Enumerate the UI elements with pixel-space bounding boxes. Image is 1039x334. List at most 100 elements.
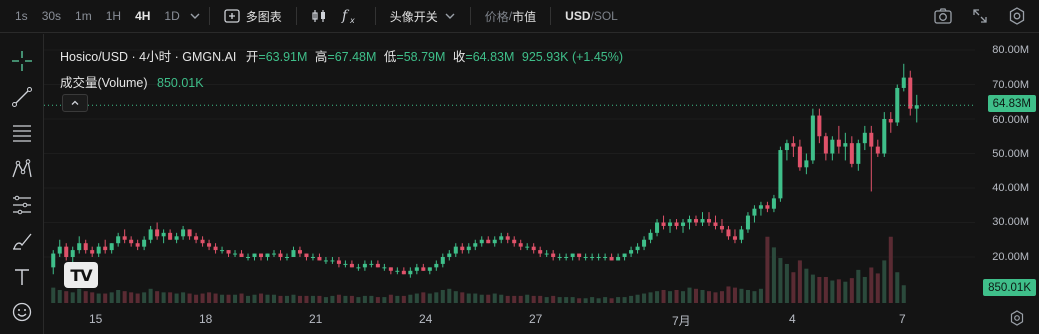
- interval-1s[interactable]: 1s: [8, 9, 35, 23]
- volume-bar: [739, 288, 744, 303]
- brush-icon[interactable]: [11, 230, 33, 252]
- candle-body: [778, 150, 783, 199]
- candle-body: [700, 219, 705, 223]
- candle-body: [233, 253, 238, 255]
- volume-bar: [895, 272, 900, 303]
- volume-bar: [882, 260, 887, 303]
- price-axis-label: 80.00M: [992, 44, 1029, 56]
- open-label: 开: [245, 50, 259, 64]
- volume-bar: [369, 295, 374, 303]
- fib-tool-icon[interactable]: [11, 194, 33, 216]
- volume-bar: [843, 281, 848, 303]
- volume-bar: [336, 294, 341, 303]
- interval-1h[interactable]: 1H: [99, 9, 128, 23]
- candle-body: [421, 267, 426, 271]
- volume-bar: [765, 236, 770, 303]
- volume-bar: [797, 260, 802, 303]
- change-value: 925.93K (+1.45%): [521, 50, 624, 64]
- candle-body: [732, 236, 737, 240]
- pattern-tool-icon[interactable]: [11, 158, 33, 180]
- volume-bar: [570, 297, 575, 303]
- chevron-down-icon[interactable]: [189, 10, 201, 22]
- horizontal-lines-icon[interactable]: [11, 122, 33, 144]
- candle-body: [168, 232, 173, 240]
- interval-1d[interactable]: 1D: [157, 9, 186, 23]
- date-axis-label: 21: [309, 312, 323, 326]
- volume-bar: [564, 297, 569, 303]
- tradingview-logo[interactable]: TV: [64, 262, 98, 288]
- candle-body: [226, 250, 231, 254]
- volume-bar: [810, 274, 815, 303]
- candle-body: [525, 246, 530, 248]
- candle-body: [616, 257, 621, 261]
- candle-body: [96, 246, 101, 254]
- collapse-legend-button[interactable]: [62, 94, 88, 112]
- usd-option[interactable]: USD: [565, 9, 590, 23]
- candle-body: [310, 257, 315, 258]
- volume-bar: [207, 292, 212, 303]
- multi-chart-button[interactable]: 多图表: [218, 8, 288, 25]
- crosshair-icon[interactable]: [11, 50, 33, 72]
- volume-bar: [622, 297, 627, 303]
- fullscreen-icon[interactable]: [971, 6, 989, 26]
- trend-line-icon[interactable]: [11, 86, 33, 108]
- chevron-down-icon: [444, 10, 456, 22]
- candle-body: [161, 232, 166, 237]
- high-label: 高: [314, 50, 328, 64]
- candle-body: [116, 236, 121, 244]
- volume-bar: [901, 285, 906, 303]
- volume-bar: [856, 269, 861, 303]
- candle-body: [648, 232, 653, 240]
- marketcap-option[interactable]: 市值: [512, 8, 536, 25]
- symbol-title: Hosico/USD · 4小时 · GMGN.AI: [60, 50, 237, 64]
- candle-body: [752, 208, 757, 216]
- settings-gear-icon[interactable]: [1007, 6, 1027, 26]
- indicator-toggle-dropdown[interactable]: 头像开关: [384, 8, 462, 25]
- indicator-fx-icon[interactable]: fx: [333, 8, 367, 24]
- price-option[interactable]: 价格: [485, 8, 509, 25]
- candle-body: [336, 260, 341, 264]
- candle-body: [187, 229, 192, 237]
- candle-body: [148, 229, 153, 240]
- candle-body: [174, 236, 179, 240]
- candle-body: [447, 253, 452, 257]
- sol-option[interactable]: SOL: [594, 9, 618, 23]
- text-tool-icon[interactable]: [11, 266, 33, 288]
- interval-4h[interactable]: 4H: [128, 9, 157, 23]
- emoji-icon[interactable]: [11, 301, 33, 323]
- volume-bar: [466, 293, 471, 303]
- volume-bar: [317, 295, 322, 303]
- candle-body: [122, 236, 127, 240]
- candle-body: [661, 222, 666, 226]
- indicator-toggle-label: 头像开关: [389, 9, 438, 24]
- candle-body: [213, 246, 218, 251]
- price-axis-label: 40.00M: [992, 182, 1029, 194]
- volume-bar: [778, 258, 783, 303]
- axis-settings-icon[interactable]: [1009, 310, 1025, 331]
- candle-body: [668, 222, 673, 226]
- candle-body: [843, 143, 848, 147]
- candle-body: [297, 250, 302, 254]
- interval-30s[interactable]: 30s: [35, 9, 68, 23]
- volume-bar: [265, 294, 270, 303]
- interval-1m[interactable]: 1m: [68, 9, 99, 23]
- date-axis-label: 27: [529, 312, 543, 326]
- volume-bar: [577, 298, 582, 303]
- volume-bar: [291, 294, 296, 303]
- candle-style-icon[interactable]: [305, 8, 333, 24]
- add-chart-icon: [224, 9, 240, 23]
- currency-toggle[interactable]: USD / SOL: [559, 9, 624, 23]
- candle-body: [719, 225, 724, 230]
- candle-body: [479, 239, 484, 244]
- price-marketcap-toggle[interactable]: 价格 / 市值: [479, 8, 542, 25]
- volume-bar: [752, 291, 757, 303]
- candle-body: [856, 143, 861, 164]
- volume-bar: [674, 289, 679, 303]
- volume-bar: [849, 278, 854, 303]
- volume-bar: [148, 288, 153, 303]
- candle-body: [51, 253, 56, 268]
- close-label: 收: [452, 50, 466, 64]
- camera-icon[interactable]: [933, 6, 953, 26]
- candle-body: [129, 239, 134, 244]
- candle-body: [590, 257, 595, 258]
